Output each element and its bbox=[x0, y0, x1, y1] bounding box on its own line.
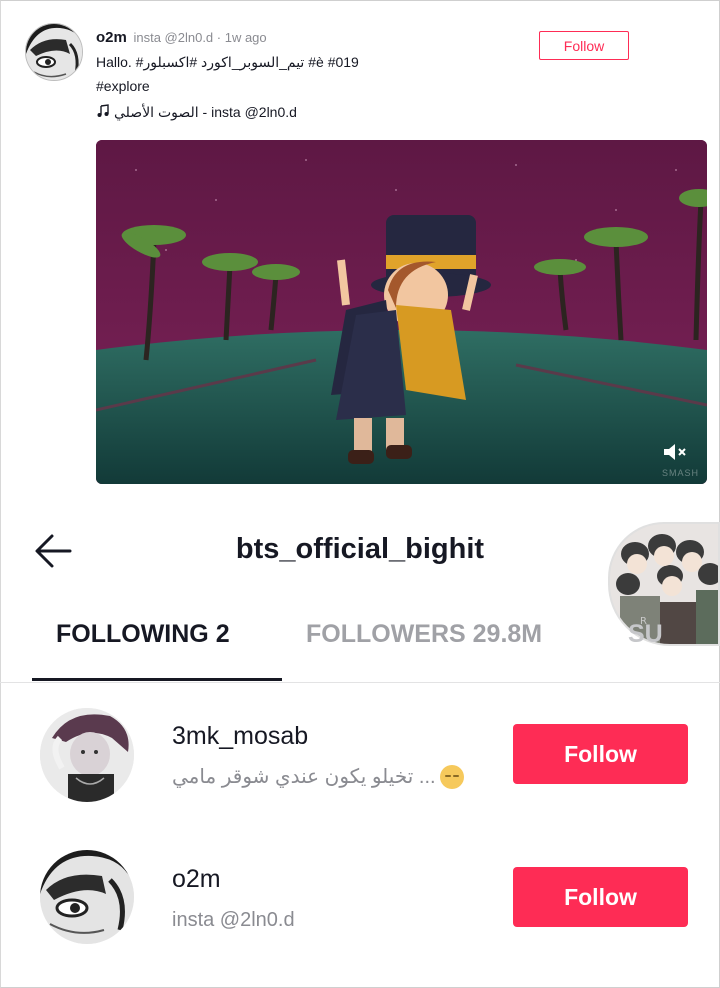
user-bio-text: تخيلو يكون عندي شوقر مامي ... bbox=[172, 766, 436, 788]
post-sound[interactable]: الصوت الأصلي - insta @2ln0.d bbox=[96, 104, 297, 121]
post-username[interactable]: o2m bbox=[96, 29, 127, 46]
list-item[interactable]: 3mk_mosab تخيلو يكون عندي شوقر مامي ... … bbox=[0, 700, 720, 830]
tab-following[interactable]: FOLLOWING 2 bbox=[56, 620, 230, 649]
tabs-divider bbox=[0, 682, 720, 683]
music-note-icon bbox=[96, 104, 110, 121]
speaker-muted-icon[interactable] bbox=[661, 440, 689, 464]
video-frame bbox=[96, 140, 707, 484]
profile-tabs: FOLLOWING 2 FOLLOWERS 29.8M SU bbox=[0, 600, 720, 682]
post-caption: Hallo. #تيم_السوبر_اكورد #اكسبلور #è #01… bbox=[96, 54, 359, 70]
user-bio: تخيلو يكون عندي شوقر مامي ... bbox=[172, 764, 464, 789]
list-item[interactable]: o2m insta @2ln0.d Follow bbox=[0, 843, 720, 973]
tab-followers[interactable]: FOLLOWERS 29.8M bbox=[306, 620, 542, 649]
tab-suggested[interactable]: SU bbox=[628, 620, 663, 649]
active-tab-indicator bbox=[32, 678, 282, 681]
post-hashtag-explore[interactable]: #explore bbox=[96, 78, 150, 94]
follow-button[interactable]: Follow bbox=[513, 724, 688, 784]
post-author-avatar[interactable] bbox=[25, 23, 83, 81]
post-meta: o2m insta @2ln0.d · 1w ago bbox=[96, 29, 267, 46]
video-player[interactable]: SMASH bbox=[96, 140, 707, 484]
relieved-face-icon bbox=[439, 764, 464, 789]
avatar[interactable] bbox=[40, 850, 134, 944]
post-sound-label: الصوت الأصلي - insta @2ln0.d bbox=[114, 104, 297, 120]
post-follow-button[interactable]: Follow bbox=[539, 31, 629, 60]
user-bio: insta @2ln0.d bbox=[172, 909, 295, 932]
avatar[interactable] bbox=[40, 708, 134, 802]
post-meta-text: insta @2ln0.d · 1w ago bbox=[133, 30, 267, 45]
user-bio-text: insta @2ln0.d bbox=[172, 909, 295, 931]
user-name[interactable]: 3mk_mosab bbox=[172, 722, 308, 751]
follow-button[interactable]: Follow bbox=[513, 867, 688, 927]
user-name[interactable]: o2m bbox=[172, 865, 221, 894]
video-watermark: SMASH bbox=[661, 468, 699, 478]
